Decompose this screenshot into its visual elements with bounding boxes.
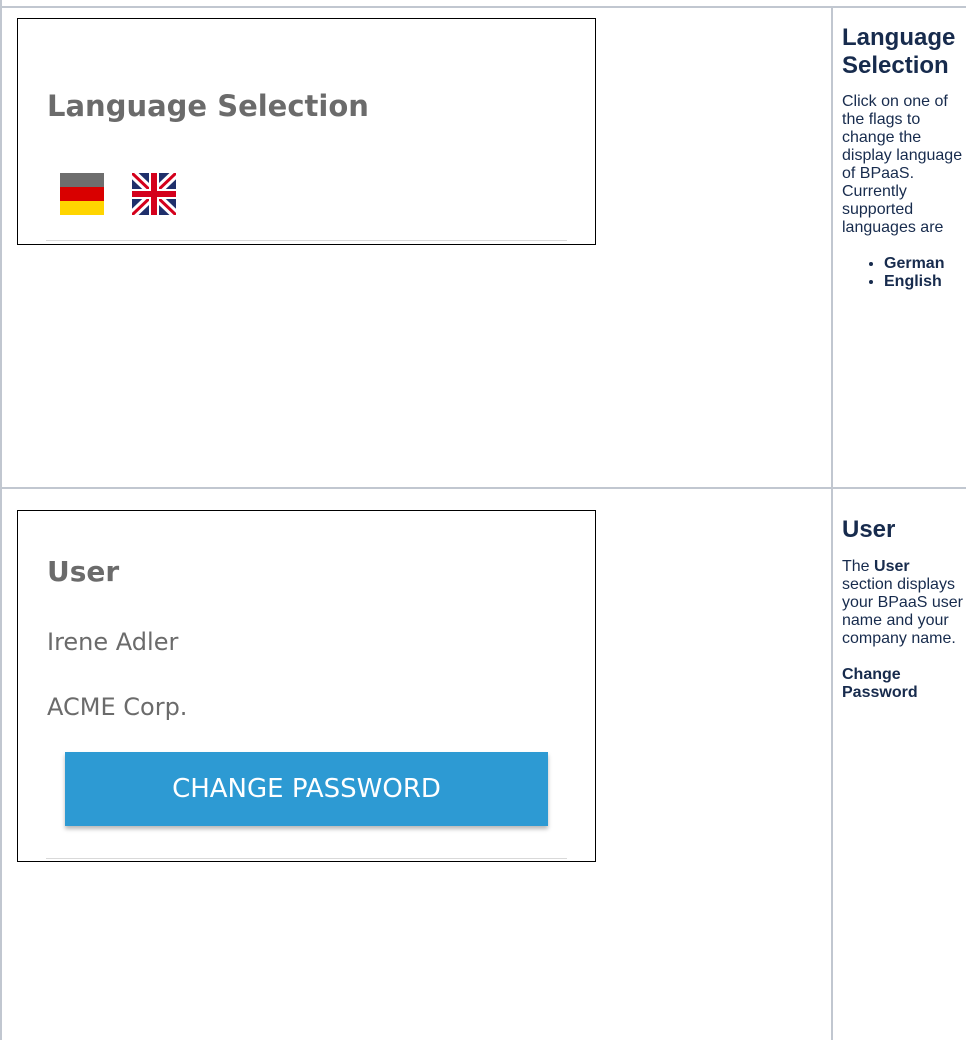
text-fragment: section displays your BPaaS user name an… bbox=[842, 576, 963, 647]
table-column-divider bbox=[831, 6, 833, 1040]
uk-flag-icon[interactable] bbox=[132, 173, 176, 215]
change-password-title: Change Password bbox=[842, 666, 918, 701]
language-selection-screenshot: Language Selection bbox=[17, 18, 596, 245]
language-selection-description: Language Selection Click on one of the f… bbox=[842, 24, 964, 291]
language-selection-text: Click on one of the flags to change the … bbox=[842, 93, 963, 236]
user-description: User The User section displays your BPaa… bbox=[842, 516, 964, 702]
user-text: The User section displays your BPaaS use… bbox=[842, 558, 964, 648]
section-divider bbox=[46, 240, 567, 241]
user-title: User bbox=[842, 516, 896, 543]
list-item: English bbox=[884, 273, 964, 291]
change-password-button[interactable]: CHANGE PASSWORD bbox=[65, 752, 548, 826]
text-bold: User bbox=[874, 558, 910, 575]
german-flag-icon[interactable] bbox=[60, 173, 104, 215]
documentation-table: Language Selection Language Selection Cl… bbox=[0, 0, 966, 1040]
table-border-top bbox=[0, 6, 966, 8]
user-name: Irene Adler bbox=[47, 628, 179, 656]
language-selection-title: Language Selection bbox=[842, 24, 956, 79]
text-fragment: The bbox=[842, 558, 875, 575]
user-heading: User bbox=[47, 555, 120, 588]
language-selection-heading: Language Selection bbox=[47, 89, 369, 123]
list-item: German bbox=[884, 255, 964, 273]
supported-languages-list: German English bbox=[842, 255, 964, 291]
company-name: ACME Corp. bbox=[47, 693, 188, 721]
section-divider bbox=[46, 858, 567, 859]
user-section-screenshot: User Irene Adler ACME Corp. CHANGE PASSW… bbox=[17, 510, 596, 862]
table-row-divider bbox=[0, 487, 966, 489]
table-border-left bbox=[0, 0, 2, 1040]
